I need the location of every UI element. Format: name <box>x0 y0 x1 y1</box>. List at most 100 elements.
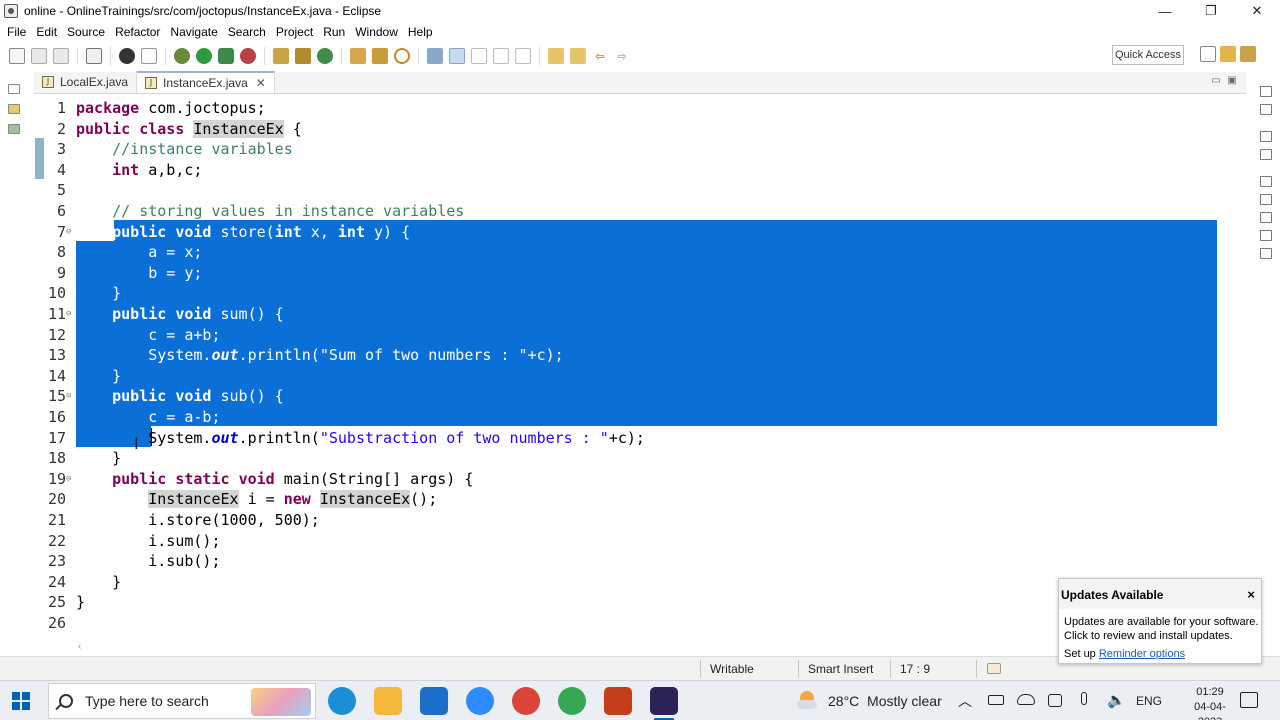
code-line[interactable]: 16 c = a-b; <box>34 407 1246 428</box>
code-line[interactable]: 13 System.out.println("Sum of two number… <box>34 345 1246 366</box>
external-tools-icon[interactable] <box>240 48 256 64</box>
code-line[interactable]: 5 <box>34 180 1246 201</box>
mark-occurrences-icon[interactable] <box>449 48 465 64</box>
code-line[interactable]: 22 i.sum(); <box>34 531 1246 552</box>
debug-run-icon[interactable] <box>174 48 190 64</box>
declaration-icon[interactable] <box>1260 230 1272 241</box>
new-package-icon[interactable] <box>295 48 311 64</box>
problems-icon[interactable] <box>1260 194 1272 205</box>
restore-view-icon[interactable] <box>1260 176 1272 187</box>
open-perspective-icon[interactable] <box>1200 46 1216 62</box>
minimize-editor-icon[interactable]: ▭ <box>1208 75 1224 87</box>
code-line[interactable]: 15 ⊖ public void sub() { <box>34 386 1246 407</box>
restore-view-icon[interactable] <box>1260 86 1272 97</box>
save-icon[interactable] <box>31 48 47 64</box>
toggle-annotation-icon[interactable] <box>427 48 443 64</box>
taskbar-search-box[interactable]: Type here to search <box>48 683 316 719</box>
print-icon[interactable] <box>86 48 102 64</box>
minimize-button[interactable]: — <box>1142 0 1188 22</box>
previous-annotation-icon[interactable] <box>570 48 586 64</box>
task-list-icon[interactable] <box>1260 104 1272 115</box>
code-line[interactable]: 2 public class InstanceEx { <box>34 119 1246 140</box>
start-button[interactable] <box>12 692 30 710</box>
menu-source[interactable]: Source <box>62 25 110 39</box>
word-wrap-icon[interactable] <box>515 48 531 64</box>
search-icon[interactable] <box>394 48 410 64</box>
menu-search[interactable]: Search <box>223 25 271 39</box>
show-whitespace-icon[interactable] <box>493 48 509 64</box>
chrome-icon[interactable] <box>512 687 540 715</box>
menu-navigate[interactable]: Navigate <box>165 25 222 39</box>
debug-icon[interactable] <box>119 48 135 64</box>
code-line[interactable]: 17 System.out.println("Substraction of t… <box>34 428 1246 449</box>
menu-refactor[interactable]: Refactor <box>110 25 165 39</box>
fold-collapse-icon[interactable]: ⊖ <box>66 222 76 243</box>
menu-run[interactable]: Run <box>318 25 350 39</box>
code-line[interactable]: 1 package com.joctopus; <box>34 98 1246 119</box>
progress-icon[interactable] <box>987 663 1001 674</box>
code-line[interactable]: 8 a = x; <box>34 242 1246 263</box>
microphone-icon[interactable] <box>1081 692 1087 705</box>
zoom-icon[interactable] <box>466 687 494 715</box>
java-ee-perspective-icon[interactable] <box>1220 46 1236 62</box>
weather-text[interactable]: 28°C Mostly clear <box>828 693 942 709</box>
new-icon[interactable] <box>9 48 25 64</box>
menu-window[interactable]: Window <box>350 25 403 39</box>
code-line[interactable]: 21 i.store(1000, 500); <box>34 510 1246 531</box>
maximize-editor-icon[interactable]: ▣ <box>1224 75 1240 87</box>
powerpoint-icon[interactable] <box>604 687 632 715</box>
code-line[interactable]: 23 i.sub(); <box>34 551 1246 572</box>
restore-view-icon[interactable] <box>1260 131 1272 142</box>
next-annotation-icon[interactable] <box>548 48 564 64</box>
forward-icon[interactable]: ⇨ <box>614 48 630 64</box>
weather-icon[interactable] <box>797 691 819 711</box>
open-task-icon[interactable] <box>372 48 388 64</box>
menu-file[interactable]: File <box>2 25 31 39</box>
tab-localex[interactable]: J LocalEx.java <box>34 71 138 93</box>
show-hidden-icons-icon[interactable]: ︿ <box>958 691 972 711</box>
code-line[interactable]: 14 } <box>34 366 1246 387</box>
popup-close-button[interactable]: × <box>1247 587 1255 602</box>
language-indicator[interactable]: ENG <box>1136 694 1162 708</box>
javadoc-icon[interactable] <box>1260 212 1272 223</box>
close-button[interactable]: ✕ <box>1234 0 1280 22</box>
battery-icon[interactable] <box>988 695 1004 705</box>
restore-button[interactable]: ❐ <box>1188 0 1234 22</box>
tab-instanceex[interactable]: J InstanceEx.java ✕ <box>137 71 275 93</box>
console-icon[interactable] <box>1260 248 1272 259</box>
code-line[interactable]: 18 } <box>34 448 1246 469</box>
open-type-icon[interactable] <box>350 48 366 64</box>
fold-collapse-icon[interactable]: ⊖ <box>66 469 76 490</box>
code-line[interactable]: 20 InstanceEx i = new InstanceEx(); <box>34 489 1246 510</box>
coverage-icon[interactable] <box>218 48 234 64</box>
code-line[interactable]: 19 ⊖ public static void main(String[] arg… <box>34 469 1246 490</box>
package-explorer-icon[interactable] <box>8 104 20 114</box>
menu-project[interactable]: Project <box>271 25 318 39</box>
fold-collapse-icon[interactable]: ⊖ <box>66 304 76 325</box>
meet-now-icon[interactable] <box>1048 694 1062 707</box>
close-tab-icon[interactable]: ✕ <box>256 76 266 90</box>
menu-edit[interactable]: Edit <box>31 25 62 39</box>
skip-breakpoints-icon[interactable] <box>141 48 157 64</box>
code-line[interactable]: 7 ⊖ public void store(int x, int y) { <box>34 222 1246 243</box>
file-explorer-icon[interactable] <box>374 687 402 715</box>
code-line[interactable]: 9 b = y; <box>34 263 1246 284</box>
code-line[interactable]: 12 c = a+b; <box>34 325 1246 346</box>
run-icon[interactable] <box>196 48 212 64</box>
hierarchy-icon[interactable] <box>8 124 20 134</box>
java-perspective-icon[interactable] <box>1240 46 1256 62</box>
quick-access-field[interactable]: Quick Access <box>1112 45 1184 65</box>
code-line[interactable]: 3 //instance variables <box>34 139 1246 160</box>
reminder-options-link[interactable]: Reminder options <box>1099 648 1185 660</box>
restore-view-icon[interactable] <box>8 84 20 94</box>
edge-icon[interactable] <box>328 687 356 715</box>
code-line[interactable]: 6 // storing values in instance variable… <box>34 201 1246 222</box>
code-line[interactable]: 11 ⊖ public void sum() { <box>34 304 1246 325</box>
chrome-profile-icon[interactable] <box>558 687 586 715</box>
new-java-project-icon[interactable] <box>273 48 289 64</box>
onedrive-icon[interactable] <box>1017 694 1035 705</box>
eclipse-icon[interactable] <box>650 687 678 720</box>
scroll-left-icon[interactable]: ‹ <box>78 641 81 652</box>
new-class-icon[interactable] <box>317 48 333 64</box>
save-all-icon[interactable] <box>53 48 69 64</box>
